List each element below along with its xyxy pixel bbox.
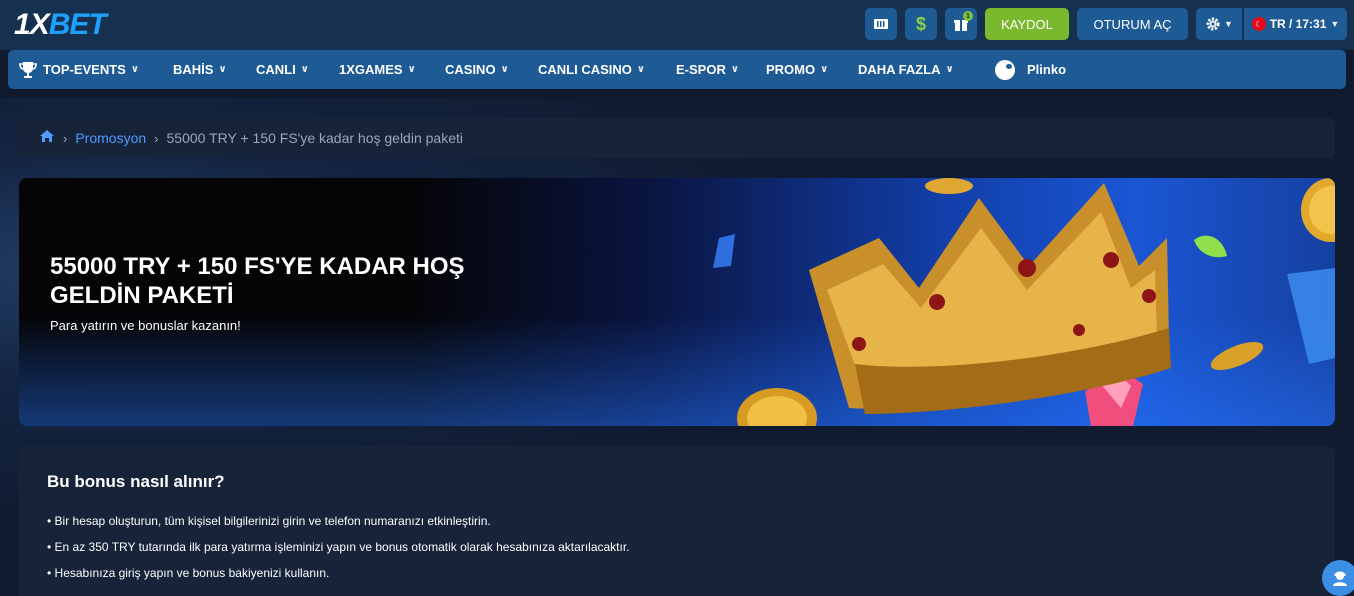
banner-title: 55000 TRY + 150 FS'YE KADAR HOŞ GELDİN P…	[50, 253, 465, 309]
breadcrumb: › Promosyon › 55000 TRY + 150 FS'ye kada…	[19, 118, 1335, 158]
bonus-info-section: Bu bonus nasıl alınır? • Bir hesap oluşt…	[19, 446, 1335, 596]
nav-item-label: CASINO	[445, 62, 496, 77]
logo[interactable]: 1XBET	[14, 8, 107, 41]
dollar-icon: $	[915, 13, 926, 34]
promo-banner: 55000 TRY + 150 FS'YE KADAR HOŞ GELDİN P…	[19, 178, 1335, 426]
logo-x: X	[29, 8, 50, 41]
chevron-down-icon: ∨	[820, 64, 829, 75]
support-chat-button[interactable]	[1322, 560, 1354, 596]
nav-item-casino[interactable]: CASINO ∨	[445, 50, 509, 89]
language-selector[interactable]: ☾ TR / 17:31 ▼	[1244, 8, 1347, 40]
language-time-label: TR / 17:31	[1269, 17, 1327, 31]
banner-subtitle: Para yatırın ve bonuslar kazanın!	[50, 318, 241, 333]
nav-item-label: DAHA FAZLA	[858, 62, 941, 77]
gift-button[interactable]: 1	[945, 8, 977, 40]
nav-item-label: 1XGAMES	[339, 62, 403, 77]
nav-item-e-spor[interactable]: E-SPOR ∨	[676, 50, 739, 89]
nav-item-label: BAHİS	[173, 62, 214, 77]
chevron-down-icon: ∨	[218, 64, 227, 75]
top-bar: 1XBET $ 1 KAYDOL OTURUM AÇ ▼ ☾ TR / 17:3…	[0, 0, 1354, 50]
nav-item-label: E-SPOR	[676, 62, 726, 77]
trophy-icon	[19, 61, 37, 78]
nav-item-label: PROMO	[766, 62, 816, 77]
ticket-button[interactable]	[865, 8, 897, 40]
nav-item-promo[interactable]: PROMO ∨	[766, 50, 828, 89]
breadcrumb-link-promosyon[interactable]: Promosyon	[75, 130, 146, 146]
nav-item-label: CANLI	[256, 62, 296, 77]
chevron-down-icon: ∨	[730, 64, 739, 75]
nav-item-canli-casino[interactable]: CANLI CASINO ∨	[538, 50, 645, 89]
chevron-down-icon: ▼	[1224, 19, 1233, 29]
register-button[interactable]: KAYDOL	[985, 8, 1069, 40]
settings-button[interactable]: ▼	[1196, 8, 1242, 40]
chevron-right-icon: ›	[63, 130, 68, 146]
plinko-ball-icon	[995, 59, 1015, 80]
gift-badge: 1	[963, 11, 973, 21]
home-icon[interactable]	[39, 129, 55, 147]
gear-icon	[1206, 17, 1220, 31]
main-nav: TOP-EVENTS ∨ BAHİS ∨ CANLI ∨ 1XGAMES ∨ C…	[8, 50, 1346, 89]
info-list-item: • Hesabınıza giriş yapın ve bonus bakiye…	[47, 566, 330, 580]
chevron-right-icon: ›	[154, 130, 159, 146]
nav-item-label: CANLI CASINO	[538, 62, 632, 77]
login-button[interactable]: OTURUM AÇ	[1077, 8, 1188, 40]
chevron-down-icon: ∨	[407, 64, 416, 75]
nav-item-daha-fazla[interactable]: DAHA FAZLA ∨	[858, 50, 954, 89]
nav-item-1xgames[interactable]: 1XGAMES ∨	[339, 50, 416, 89]
nav-item-plinko[interactable]: Plinko	[995, 50, 1066, 89]
nav-item-top-events[interactable]: TOP-EVENTS ∨	[18, 50, 139, 89]
support-agent-icon	[1333, 571, 1347, 586]
nav-item-label: Plinko	[1027, 62, 1067, 77]
nav-item-label: TOP-EVENTS	[43, 62, 126, 77]
turkey-flag-icon: ☾	[1251, 17, 1266, 31]
chevron-down-icon: ∨	[945, 64, 954, 75]
ticket-icon	[874, 19, 888, 29]
deposit-button[interactable]: $	[905, 8, 937, 40]
chevron-down-icon: ▼	[1330, 19, 1340, 29]
nav-item-bahis[interactable]: BAHİS ∨	[173, 50, 227, 89]
chevron-down-icon: ∨	[300, 64, 309, 75]
info-list-item: • En az 350 TRY tutarında ilk para yatır…	[47, 540, 630, 554]
nav-item-canli[interactable]: CANLI ∨	[256, 50, 309, 89]
chevron-down-icon: ∨	[636, 64, 646, 75]
chevron-down-icon: ∨	[130, 64, 139, 75]
logo-bet: BET	[48, 8, 107, 41]
breadcrumb-current: 55000 TRY + 150 FS'ye kadar hoş geldin p…	[166, 130, 464, 146]
logo-one: 1	[14, 8, 31, 41]
info-title: Bu bonus nasıl alınır?	[47, 472, 225, 491]
info-list-item: • Bir hesap oluşturun, tüm kişisel bilgi…	[47, 514, 491, 528]
chevron-down-icon: ∨	[500, 64, 509, 75]
